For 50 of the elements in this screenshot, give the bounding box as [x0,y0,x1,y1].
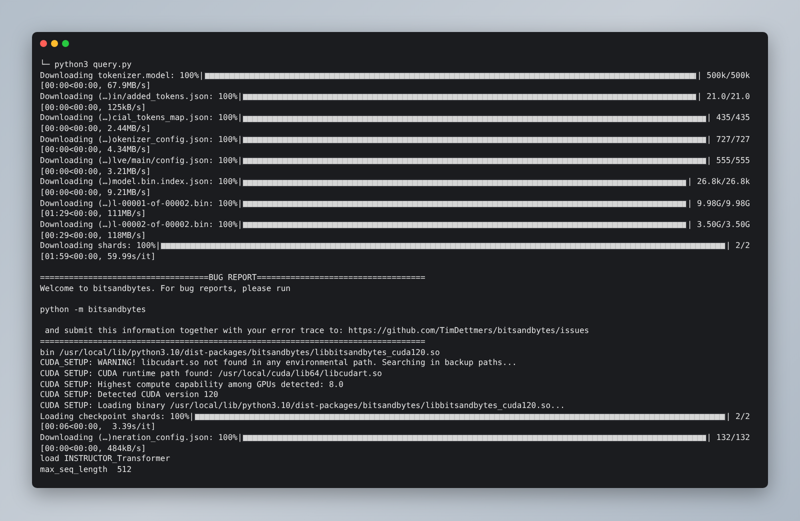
terminal-output-line: [00:00<00:00, 9.21MB/s] [40,188,151,199]
progress-label: Downloading (…)l-00002-of-00002.bin: 100%| [40,220,242,230]
terminal-output-line: [00:00<00:00, 3.21MB/s] [40,166,151,178]
progress-count: | 132/132 [706,432,750,444]
terminal-output-line: [01:59<00:00, 59.99s/it] [40,252,156,262]
progress-count: | 26.8k/26.8k [687,177,750,188]
progress-count: | 555/555 [706,156,750,167]
progress-label: Loading checkpoint shards: 100%| [40,412,194,422]
progress-label: Downloading (…)in/added_tokens.json: 100%| [40,92,242,103]
terminal-output-line: └─ python3 query.py [40,60,132,71]
progress-label: Downloading shards: 100%| [40,241,160,252]
progress-label: Downloading (…)l-00001-of-00002.bin: 100%| [40,198,242,210]
terminal-output-line: max_seq_length 512 [40,464,132,476]
terminal-output-line: [00:00<00:00, 484kB/s] [40,444,146,454]
progress-label: Downloading (…)cial_tokens_map.json: 100%| [40,113,242,124]
terminal-output-line: CUDA SETUP: Loading binary /usr/local/lib/python3.10/dist-packages/bitsandbytes/libbitsandbytes_cuda120.so... [40,401,565,412]
terminal-output-line: [00:06<00:00, 3.39s/it] [40,422,156,433]
progress-count: | 3.50G/3.50G [687,220,750,230]
terminal-output-line: [00:00<00:00, 4.34MB/s] [40,145,151,156]
progress-count: | 2/2 [726,241,750,252]
terminal-output-line: CUDA SETUP: Highest compute capability among GPUs detected: 8.0 [40,380,344,390]
progress-label: Downloading tokenizer.model: 100%| [40,70,204,82]
minimize-icon[interactable] [51,40,58,47]
terminal-output-line: [00:29<00:00, 118MB/s] [40,230,146,242]
terminal-output-line: ===================================BUG REPORT=================================== [40,273,426,284]
close-icon[interactable] [40,40,47,47]
progress-label: Downloading (…)lve/main/config.json: 100%| [40,156,242,167]
terminal-output-line: ================================================================================ [40,337,426,348]
terminal-output-line: and submit this information together with your error trace to: https://github.com/TimDettmers/bitsandbytes/issues [44,326,590,338]
terminal-output-line: [00:00<00:00, 125kB/s] [40,102,146,114]
terminal-output-line: CUDA SETUP: CUDA runtime path found: /usr/local/cuda/lib64/libcudart.so [40,369,382,380]
progress-count: | 435/435 [706,113,750,124]
progress-count: | 500k/500k [697,70,750,82]
terminal-output-line: python -m bitsandbytes [40,305,146,316]
terminal-output-line: [00:00<00:00, 67.9MB/s] [40,81,151,92]
maximize-icon[interactable] [62,40,69,47]
progress-count: | 9.98G/9.98G [687,198,750,210]
terminal-output-line: [00:00<00:00, 2.44MB/s] [40,124,151,135]
progress-count: | 2/2 [726,412,750,422]
terminal-output-line: [01:29<00:00, 111MB/s] [40,209,146,220]
progress-count: | 21.0/21.0 [697,92,750,103]
terminal-output-line: Welcome to bitsandbytes. For bug reports, please run [40,284,290,294]
progress-count: | 727/727 [706,134,750,146]
terminal-output-line: bin /usr/local/lib/python3.10/dist-packages/bitsandbytes/libbitsandbytes_cuda120.so [40,348,440,358]
progress-label: Downloading (…)neration_config.json: 100%| [40,432,242,444]
terminal-output-line: load INSTRUCTOR_Transformer [40,454,170,465]
terminal-output-line: CUDA_SETUP: WARNING! libcudart.so not found in any environmental path. Searching in backup paths... [40,358,517,370]
terminal-output-line: CUDA SETUP: Detected CUDA version 120 [40,390,218,401]
progress-label: Downloading (…)okenizer_config.json: 100%| [40,134,242,146]
progress-label: Downloading (…)model.bin.index.json: 100%| [40,177,242,188]
